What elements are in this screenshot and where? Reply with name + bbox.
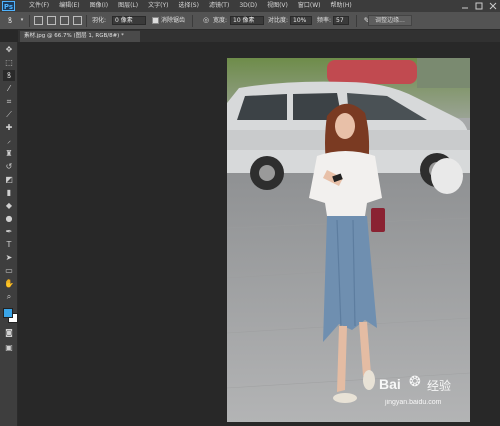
watermark-brand: Bai: [379, 376, 401, 392]
document-tab-title: 素材.jpg @ 66.7% (图层 1, RGB/8#) *: [24, 33, 124, 39]
screen-mode-icon[interactable]: ▣: [3, 342, 15, 353]
frequency-input[interactable]: 57: [333, 16, 349, 25]
antialias-checkbox[interactable]: [152, 17, 159, 24]
crop-icon[interactable]: ⌗: [3, 96, 15, 107]
separator: [29, 15, 30, 27]
frequency-label: 频率:: [317, 17, 332, 24]
menu-help[interactable]: 帮助(H): [326, 0, 357, 12]
width-input[interactable]: 10 像素: [230, 16, 264, 25]
quick-mask-icon[interactable]: ◙: [3, 327, 15, 338]
width-label: 宽度:: [213, 17, 228, 24]
color-swatches-icon[interactable]: [3, 308, 18, 323]
menu-bar: Ps 文件(F) 编辑(E) 图像(I) 图层(L) 文字(Y) 选择(S) 滤…: [0, 0, 500, 12]
intersect-selection-icon[interactable]: [73, 16, 82, 25]
tools-panel: ✥ ⬚ ꝸ ⁄ ⌗ ⟋ ✚ ⸝ ♜ ↺ ◩ ▮ ◆ ● ✒ T ➤ ▭ ✋ ⌕ …: [0, 42, 18, 426]
brush-icon[interactable]: ⸝: [3, 135, 15, 146]
preset-dropdown-icon[interactable]: ▾: [16, 15, 28, 26]
lasso-icon[interactable]: ꝸ: [3, 70, 15, 81]
eyedropper-icon[interactable]: ⟋: [3, 109, 15, 120]
feather-input[interactable]: 0 像素: [112, 16, 146, 25]
tablet-pressure-icon[interactable]: ◎: [200, 15, 212, 26]
eraser-icon[interactable]: ◩: [3, 174, 15, 185]
feather-label: 羽化:: [92, 17, 107, 24]
separator: [86, 15, 87, 27]
hand-icon[interactable]: ✋: [3, 278, 15, 289]
new-selection-icon[interactable]: [34, 16, 43, 25]
clone-stamp-icon[interactable]: ♜: [3, 148, 15, 159]
menu-file[interactable]: 文件(F): [24, 0, 54, 12]
contrast-input[interactable]: 10%: [290, 16, 312, 25]
document-canvas[interactable]: Bai ❂ 经验 jingyan.baidu.com: [227, 58, 470, 422]
blur-icon[interactable]: ◆: [3, 200, 15, 211]
contrast-label: 对比度:: [268, 17, 289, 24]
minimize-icon[interactable]: [461, 2, 469, 10]
menu-view[interactable]: 视图(V): [262, 0, 293, 12]
magic-wand-icon[interactable]: ⁄: [3, 83, 15, 94]
menu-select[interactable]: 选择(S): [173, 0, 204, 12]
canvas-photo: [227, 58, 470, 422]
shape-icon[interactable]: ▭: [3, 265, 15, 276]
zoom-icon[interactable]: ⌕: [3, 291, 15, 302]
separator: [192, 15, 193, 27]
history-brush-icon[interactable]: ↺: [3, 161, 15, 172]
menu-window[interactable]: 窗口(W): [293, 0, 326, 12]
pen-icon[interactable]: ✒: [3, 226, 15, 237]
close-icon[interactable]: [489, 2, 497, 10]
menu-filter[interactable]: 滤镜(T): [204, 0, 234, 12]
menu-layer[interactable]: 图层(L): [113, 0, 143, 12]
add-to-selection-icon[interactable]: [47, 16, 56, 25]
options-bar: ꝸ ▾ 羽化: 0 像素 消除锯齿 ◎ 宽度: 10 像素 对比度: 10% 频…: [0, 12, 500, 30]
menu-image[interactable]: 图像(I): [85, 0, 113, 12]
paw-icon: ❂: [409, 374, 421, 390]
watermark-brand-suffix: 经验: [427, 379, 452, 393]
menu-edit[interactable]: 编辑(E): [54, 0, 84, 12]
watermark-url: jingyan.baidu.com: [385, 399, 442, 406]
photoshop-logo: Ps: [2, 1, 15, 11]
antialias-label: 消除锯齿: [161, 17, 186, 24]
healing-brush-icon[interactable]: ✚: [3, 122, 15, 133]
path-selection-icon[interactable]: ➤: [3, 252, 15, 263]
menu-3d[interactable]: 3D(D): [234, 0, 262, 12]
foreground-color-swatch[interactable]: [3, 308, 13, 318]
lasso-tool-preset-icon[interactable]: ꝸ: [4, 15, 16, 26]
baidu-watermark: Bai ❂ 经验 jingyan.baidu.com: [379, 374, 469, 418]
maximize-icon[interactable]: [475, 2, 483, 10]
subtract-from-selection-icon[interactable]: [60, 16, 69, 25]
type-icon[interactable]: T: [3, 239, 15, 250]
gradient-icon[interactable]: ▮: [3, 187, 15, 198]
marquee-icon[interactable]: ⬚: [3, 57, 15, 68]
document-tab[interactable]: 素材.jpg @ 66.7% (图层 1, RGB/8#) *: [20, 31, 140, 42]
refine-edge-button[interactable]: 调整边缘...: [368, 15, 412, 26]
move-icon[interactable]: ✥: [3, 44, 15, 55]
dodge-icon[interactable]: ●: [3, 213, 15, 224]
menu-items: 文件(F) 编辑(E) 图像(I) 图层(L) 文字(Y) 选择(S) 滤镜(T…: [24, 0, 357, 12]
menu-type[interactable]: 文字(Y): [143, 0, 173, 12]
separator: [356, 15, 357, 27]
